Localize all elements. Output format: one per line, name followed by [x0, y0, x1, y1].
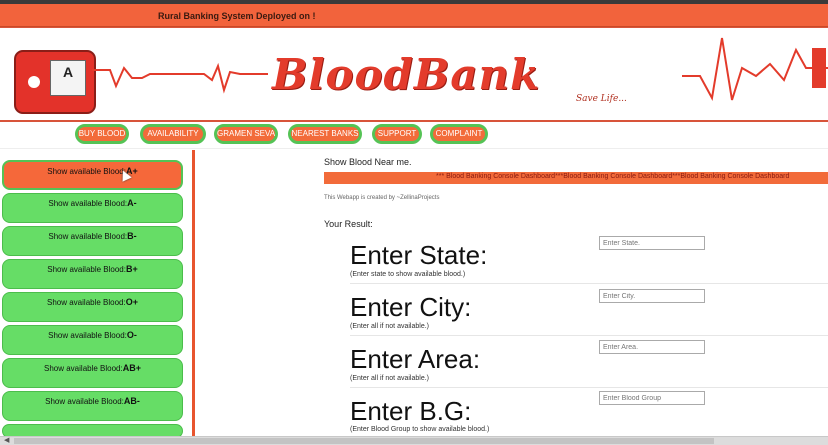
- sidebar-item-label: Show available Blood:: [47, 167, 126, 176]
- marquee-bar: Rural Banking System Deployed on !: [0, 4, 828, 27]
- sidebar-item-b-positive[interactable]: Show available Blood:B+: [2, 259, 183, 289]
- nav-complaint-button[interactable]: COMPLAINT: [430, 124, 488, 144]
- sidebar-item-label: Show available Blood:: [47, 298, 126, 307]
- row-divider: [350, 387, 828, 388]
- sidebar-item-label: Show available Blood:: [47, 265, 126, 274]
- blood-group-field-hint: (Enter Blood Group to show available blo…: [350, 426, 490, 433]
- sidebar-item-o-negative[interactable]: Show available Blood:O-: [2, 325, 183, 355]
- row-divider: [350, 335, 828, 336]
- page-title: Show Blood Near me.: [324, 157, 412, 167]
- nav-divider: [0, 148, 828, 149]
- sidebar-item-group: AB-: [123, 396, 140, 406]
- nav-gramen-seva-button[interactable]: GRAMEN SEVA: [214, 124, 278, 144]
- result-label: Your Result:: [324, 219, 373, 229]
- ticker-bar: *** Blood Banking Console Dashboard***Bl…: [324, 172, 828, 184]
- sidebar-item-ab-positive[interactable]: Show available Blood:AB+: [2, 358, 183, 388]
- nav-availability-button[interactable]: AVAILABILITY: [140, 124, 206, 144]
- sidebar-item-group: AB+: [122, 363, 141, 373]
- blood-group-field-title: Enter B.G:: [350, 396, 472, 426]
- site-logo-text: BloodBank: [272, 50, 541, 99]
- sidebar-item-group: O+: [125, 297, 138, 307]
- sidebar-item-label: Show available Blood:: [48, 199, 128, 208]
- sidebar-item-group: A-: [127, 198, 137, 208]
- sidebar-item-a-negative[interactable]: Show available Blood:A-: [2, 193, 183, 223]
- sidebar-item-group: O-: [126, 330, 137, 340]
- sidebar-item-o-positive[interactable]: Show available Blood:O+: [2, 292, 183, 322]
- state-field-title: Enter State:: [350, 240, 488, 270]
- nav-nearest-banks-button[interactable]: NEAREST BANKS: [288, 124, 362, 144]
- credit-text: This Webapp is created by ~ZellinaProjec…: [324, 195, 440, 201]
- sidebar-item-label: Show available Blood:: [45, 397, 124, 406]
- blood-group-sidebar: Show available Blood:A+ Show available B…: [0, 150, 195, 440]
- area-field-title: Enter Area:: [350, 344, 481, 374]
- main-content: Show Blood Near me. *** Blood Banking Co…: [196, 150, 828, 440]
- sidebar-item-ab-negative[interactable]: Show available Blood:AB-: [2, 391, 183, 421]
- state-input[interactable]: [599, 236, 705, 250]
- ticker-text: *** Blood Banking Console Dashboard***Bl…: [436, 173, 790, 180]
- nav-support-button[interactable]: SUPPORT: [372, 124, 422, 144]
- city-field-title: Enter City:: [350, 292, 472, 322]
- sidebar-item-group: B+: [125, 264, 138, 274]
- city-field-hint: (Enter all if not available.): [350, 323, 429, 330]
- sidebar-item-label: Show available Blood:: [44, 364, 123, 373]
- blood-group-input[interactable]: [599, 391, 705, 405]
- scrollbar-thumb[interactable]: [14, 438, 714, 444]
- sidebar-item-b-negative[interactable]: Show available Blood:B-: [2, 226, 183, 256]
- nav-buy-blood-button[interactable]: BUY BLOOD: [75, 124, 129, 144]
- row-divider: [350, 283, 828, 284]
- site-tagline: Save Life...: [576, 94, 627, 104]
- sidebar-item-label: Show available Blood:: [48, 232, 128, 241]
- sidebar-item-label: Show available Blood:: [48, 331, 127, 340]
- marquee-text: Rural Banking System Deployed on !: [158, 11, 316, 21]
- area-input[interactable]: [599, 340, 705, 354]
- sidebar-item-group: B-: [127, 231, 137, 241]
- site-banner: A BloodBank Save Life...: [0, 27, 828, 122]
- main-nav: BUY BLOOD AVAILABILITY GRAMEN SEVA NEARE…: [0, 119, 828, 147]
- city-input[interactable]: [599, 289, 705, 303]
- state-field-hint: (Enter state to show available blood.): [350, 271, 466, 278]
- area-field-hint: (Enter all if not available.): [350, 375, 429, 382]
- sidebar-item-a-positive[interactable]: Show available Blood:A+: [2, 160, 183, 190]
